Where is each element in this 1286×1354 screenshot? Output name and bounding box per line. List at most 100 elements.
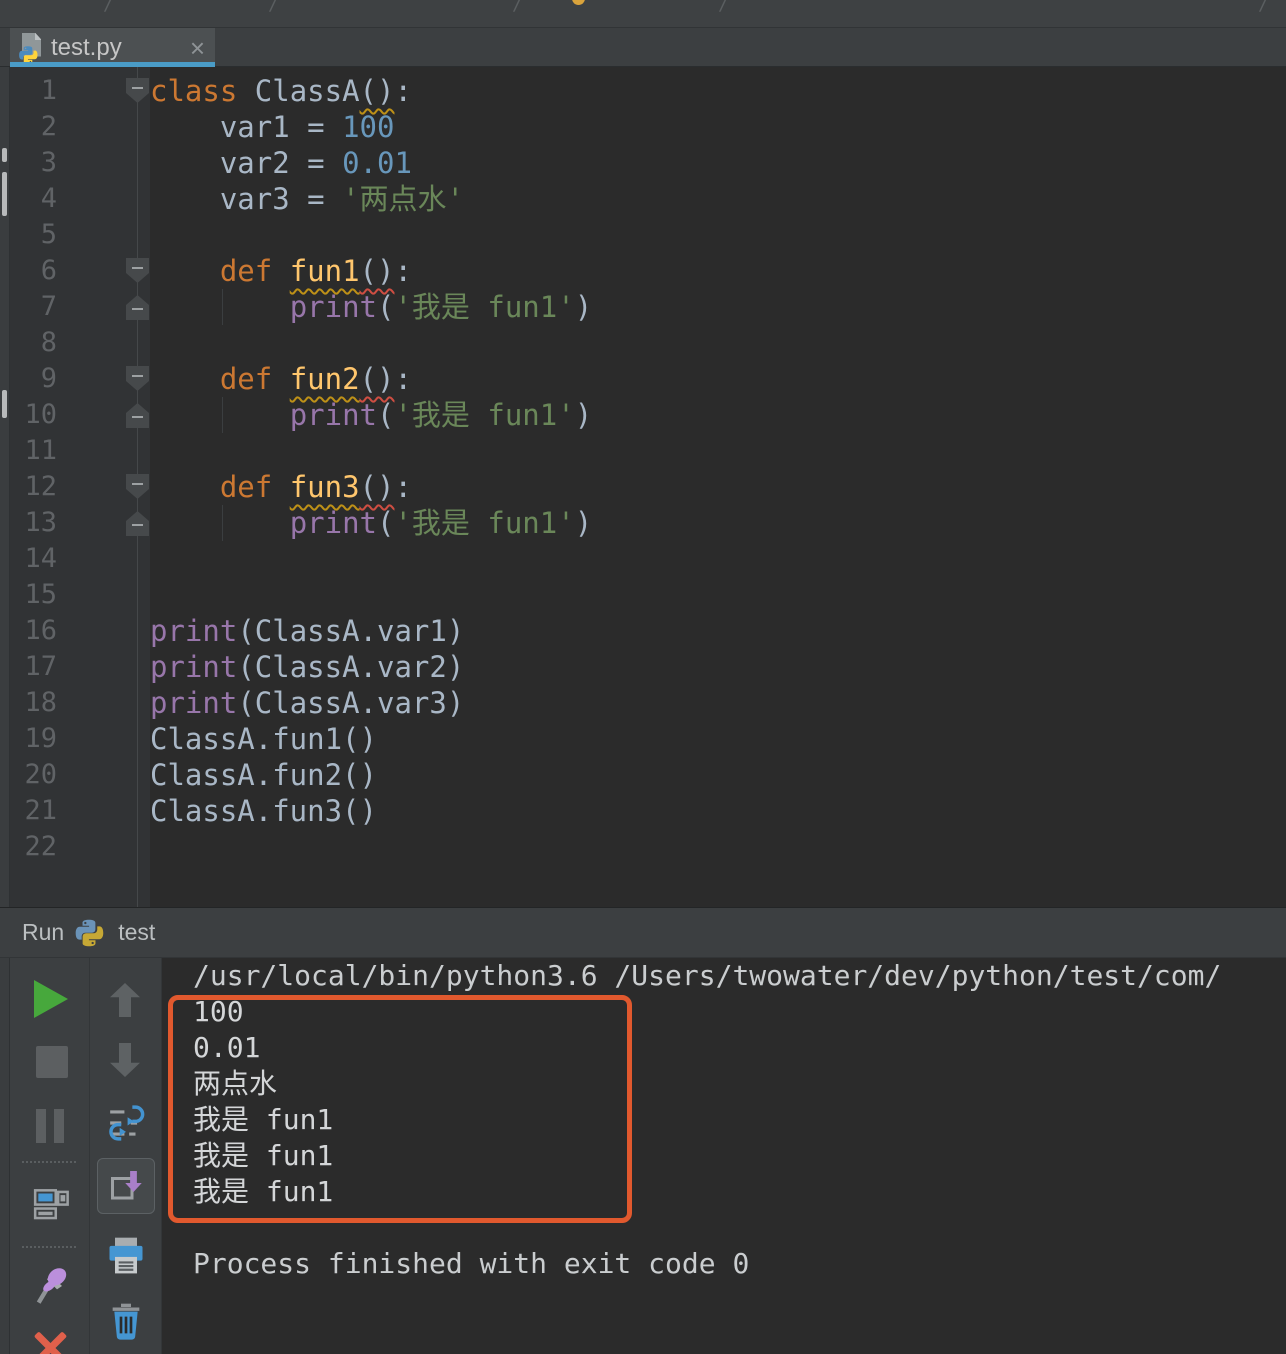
close-icon[interactable]: × — [190, 35, 205, 61]
arrow-up-icon — [110, 983, 140, 1017]
pycharm-window: / / / / / test.py × 1 class ClassA(): 2 … — [0, 0, 1286, 1354]
line-number: 7 — [40, 291, 57, 322]
editor-line[interactable]: 9 def fun2(): — [10, 361, 1286, 397]
next-occurrence-button[interactable] — [110, 1043, 140, 1077]
print-icon — [109, 1237, 143, 1274]
run-toolbar-right — [90, 958, 162, 1354]
code-text: def fun3(): — [219, 470, 412, 504]
breadcrumb-separator: / — [268, 0, 279, 15]
prev-occurrence-button[interactable] — [110, 983, 140, 1017]
run-toolbar-left — [10, 958, 90, 1354]
editor-line[interactable]: 16 print(ClassA.var1) — [10, 613, 1286, 649]
editor-line[interactable]: 12 def fun3(): — [10, 469, 1286, 505]
editor-line[interactable]: 4 var3 = '两点水' — [10, 181, 1286, 217]
run-play-icon — [34, 980, 68, 1018]
code-text: var1 = 100 — [150, 110, 395, 144]
editor-line[interactable]: 2 var1 = 100 — [10, 109, 1286, 145]
editor-line[interactable]: 6 def fun1(): — [10, 253, 1286, 289]
navigation-bar: / / / / / — [0, 0, 1286, 28]
line-number: 2 — [40, 111, 57, 142]
line-number: 21 — [24, 795, 57, 826]
line-number: 15 — [24, 579, 57, 610]
editor-line[interactable]: 18 print(ClassA.var3) — [10, 685, 1286, 721]
close-button[interactable] — [32, 1330, 68, 1354]
run-tool-window-header: Run test — [0, 908, 1286, 958]
editor-line[interactable]: 3 var2 = 0.01 — [10, 145, 1286, 181]
pause-button[interactable] — [36, 1109, 64, 1143]
line-number: 1 — [40, 75, 57, 106]
rerun-button[interactable] — [34, 980, 68, 1018]
console-output-line: 0.01 — [193, 1031, 261, 1064]
code-text: ClassA.fun1() — [150, 722, 377, 756]
print-button[interactable] — [104, 1234, 148, 1278]
line-number: 18 — [24, 687, 57, 718]
editor-line[interactable]: 14 — [10, 541, 1286, 577]
editor-line[interactable]: 8 — [10, 325, 1286, 361]
code-text: print(ClassA.var1) — [150, 614, 465, 648]
line-number: 6 — [40, 255, 57, 286]
editor-line[interactable]: 11 — [10, 433, 1286, 469]
editor-line[interactable]: 1 class ClassA(): — [10, 73, 1286, 109]
editor-line[interactable]: 21 ClassA.fun3() — [10, 793, 1286, 829]
pin-icon — [36, 1268, 67, 1304]
breadcrumb-separator: / — [512, 0, 523, 15]
run-label: Run — [22, 919, 65, 945]
soft-wrap-icon — [109, 1105, 145, 1141]
editor-line[interactable]: 19 ClassA.fun1() — [10, 721, 1286, 757]
editor-line[interactable]: 10 print('我是 fun1') — [10, 397, 1286, 433]
toolbar-separator — [22, 1246, 76, 1248]
python-file-icon — [18, 32, 44, 64]
line-number: 3 — [40, 147, 57, 178]
trash-icon — [112, 1303, 140, 1340]
file-color-dot-icon — [572, 0, 585, 5]
line-number: 5 — [40, 219, 57, 250]
code-text: print(ClassA.var3) — [150, 686, 465, 720]
arrow-down-icon — [110, 1043, 140, 1077]
tool-window-stripe — [0, 958, 10, 1354]
editor-line[interactable]: 22 — [10, 829, 1286, 865]
editor-line[interactable]: 20 ClassA.fun2() — [10, 757, 1286, 793]
breadcrumb-separator: / — [103, 0, 114, 15]
editor-area: 1 class ClassA(): 2 var1 = 100 3 var2 = 0.0… — [0, 67, 1286, 908]
restore-layout-button[interactable] — [32, 1184, 70, 1222]
scroll-to-end-button[interactable] — [97, 1158, 155, 1214]
close-x-icon — [32, 1330, 68, 1354]
tab-test-py[interactable]: test.py × — [10, 28, 215, 67]
console-output: /usr/local/bin/python3.6 /Users/twowater… — [162, 958, 1286, 1354]
stop-button[interactable] — [36, 1046, 68, 1078]
pin-tab-button[interactable] — [32, 1264, 72, 1308]
restore-layout-icon — [33, 1189, 69, 1220]
console-status-line: Process finished with exit code 0 — [193, 1247, 750, 1280]
editor-line[interactable]: 13 print('我是 fun1') — [10, 505, 1286, 541]
editor-tab-bar: test.py × — [0, 28, 1286, 67]
tool-window-stripe — [0, 67, 10, 907]
line-number: 16 — [24, 615, 57, 646]
code-text: var2 = 0.01 — [150, 146, 412, 180]
line-number: 4 — [40, 183, 57, 214]
line-number: 14 — [24, 543, 57, 574]
console-output-line: 两点水 — [193, 1067, 278, 1100]
line-number: 22 — [24, 831, 57, 862]
editor-line[interactable]: 17 print(ClassA.var2) — [10, 649, 1286, 685]
line-number: 20 — [24, 759, 57, 790]
editor-line[interactable]: 7 print('我是 fun1') — [10, 289, 1286, 325]
tab-title: test.py — [51, 33, 122, 61]
code-editor[interactable]: 1 class ClassA(): 2 var1 = 100 3 var2 = 0.0… — [10, 67, 1286, 907]
clear-all-button[interactable] — [106, 1298, 146, 1342]
line-number: 19 — [24, 723, 57, 754]
toolbar-separator — [22, 1161, 76, 1163]
editor-line[interactable]: 15 — [10, 577, 1286, 613]
indent-guide — [222, 289, 223, 325]
run-tool-window-body: /usr/local/bin/python3.6 /Users/twowater… — [0, 958, 1286, 1354]
console-output-line: 我是 fun1 — [193, 1103, 334, 1136]
pause-icon — [36, 1109, 64, 1143]
soft-wrap-button[interactable] — [107, 1104, 145, 1142]
editor-line[interactable]: 5 — [10, 217, 1286, 253]
line-number: 11 — [24, 435, 57, 466]
